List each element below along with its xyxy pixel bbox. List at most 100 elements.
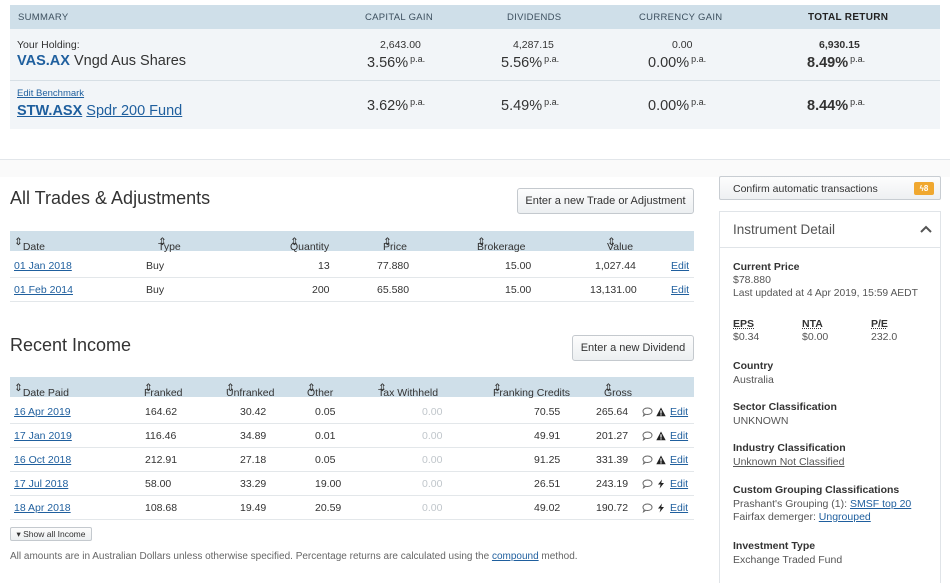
income-date-link[interactable]: 17 Jul 2018 — [14, 478, 68, 490]
industry-link[interactable]: Unknown Not Classified — [733, 456, 844, 468]
income-col-franked[interactable]: Franked ⇕ — [144, 382, 153, 394]
trade-edit-link[interactable]: Edit — [671, 284, 689, 296]
eps-label: EPS — [733, 318, 754, 330]
trade-type: Buy — [146, 260, 164, 272]
trade-type: Buy — [146, 284, 164, 296]
income-date-link[interactable]: 17 Jan 2019 — [14, 430, 72, 442]
income-tax-withheld: 0.00 — [422, 430, 442, 442]
instrument-detail-title: Instrument Detail — [733, 222, 835, 237]
country-value: Australia — [733, 374, 774, 386]
current-price-label: Current Price — [733, 261, 800, 273]
trades-col-price[interactable]: Price ⇕ — [383, 236, 392, 248]
custom-grouping-2: Fairfax demerger: Ungrouped — [733, 511, 871, 523]
holding-ticker: VAS.AX — [17, 53, 70, 69]
trade-quantity: 200 — [312, 284, 330, 296]
show-all-income-button[interactable]: ▾ Show all Income — [10, 527, 92, 541]
industry-label: Industry Classification — [733, 442, 846, 454]
trades-table-header: ⇕ Date Type ⇕ Quantity ⇕ Price ⇕ Brokera… — [10, 231, 694, 251]
table-row: 16 Apr 2019 164.62 30.42 0.05 0.00 70.55 265.6… — [10, 400, 694, 424]
benchmark-name[interactable]: Spdr 200 Fund — [86, 103, 182, 119]
trades-col-date[interactable]: ⇕ Date — [14, 236, 23, 248]
comment-icon[interactable] — [642, 431, 653, 441]
investment-type-label: Investment Type — [733, 540, 815, 552]
holding-dividends-amount: 4,287.15 — [513, 39, 554, 51]
income-franked: 164.62 — [145, 406, 177, 418]
income-col-other[interactable]: Other ⇕ — [307, 382, 316, 394]
income-edit-link[interactable]: Edit — [670, 478, 688, 490]
comment-icon[interactable] — [642, 503, 653, 513]
trades-title: All Trades & Adjustments — [10, 188, 210, 209]
trades-col-quantity[interactable]: Quantity ⇕ — [290, 236, 299, 248]
income-gross: 243.19 — [596, 478, 628, 490]
nta-label: NTA — [802, 318, 823, 330]
holding-name: Vngd Aus Shares — [74, 53, 186, 69]
trade-edit-link[interactable]: Edit — [671, 260, 689, 272]
currency-gain-header: CURRENCY GAIN — [639, 12, 722, 23]
table-row: 17 Jul 2018 58.00 33.29 19.00 0.00 26.51 243.1… — [10, 472, 694, 496]
income-gross: 265.64 — [596, 406, 628, 418]
sector-label: Sector Classification — [733, 401, 837, 413]
holding-label: Your Holding: — [17, 39, 80, 51]
income-table-header: ⇕ Date Paid Franked ⇕ Unfranked ⇕ Other … — [10, 377, 694, 397]
holding-capital-gain-amount: 2,643.00 — [380, 39, 421, 51]
edit-benchmark-link[interactable]: Edit Benchmark — [17, 88, 84, 99]
compound-link[interactable]: compound — [492, 551, 539, 562]
income-franking-credits: 26.51 — [534, 478, 560, 490]
summary-header-label: SUMMARY — [18, 12, 69, 23]
instrument-detail-panel: Instrument Detail Current Price $78.880 … — [719, 211, 941, 583]
income-franking-credits: 91.25 — [534, 454, 560, 466]
trades-col-value[interactable]: Value ⇕ — [607, 236, 616, 248]
income-title: Recent Income — [10, 335, 131, 356]
table-row: 01 Feb 2014 Buy 200 65.580 15.00 13,131.… — [10, 278, 694, 302]
income-tax-withheld: 0.00 — [422, 406, 442, 418]
trade-brokerage: 15.00 — [505, 284, 531, 296]
trade-value: 13,131.00 — [590, 284, 637, 296]
table-row: 16 Oct 2018 212.91 27.18 0.05 0.00 91.25 331.3… — [10, 448, 694, 472]
comment-icon[interactable] — [642, 479, 653, 489]
chevron-up-icon[interactable] — [920, 225, 932, 234]
trades-col-type[interactable]: Type ⇕ — [158, 236, 167, 248]
income-edit-link[interactable]: Edit — [670, 430, 688, 442]
smsf-top-20-link[interactable]: SMSF top 20 — [850, 498, 911, 510]
benchmark-ticker[interactable]: STW.ASX — [17, 103, 82, 119]
holding-dividends-pct: 5.56% p.a. — [501, 54, 559, 71]
new-trade-button[interactable]: Enter a new Trade or Adjustment — [517, 188, 694, 214]
warning-icon — [656, 455, 666, 465]
custom-grouping-1: Prashant's Grouping (1): SMSF top 20 — [733, 498, 911, 510]
confirm-transactions-button[interactable]: Confirm automatic transactions ϟ8 — [719, 176, 941, 200]
trade-date-link[interactable]: 01 Feb 2014 — [14, 284, 73, 296]
comment-icon[interactable] — [642, 455, 653, 465]
summary-divider — [10, 80, 940, 81]
income-col-unfranked[interactable]: Unfranked ⇕ — [226, 382, 235, 394]
income-edit-link[interactable]: Edit — [670, 454, 688, 466]
benchmark-instrument[interactable]: STW.ASX Spdr 200 Fund — [17, 103, 182, 119]
holding-instrument: VAS.AX Vngd Aus Shares — [17, 53, 186, 69]
income-tax-withheld: 0.00 — [422, 502, 442, 514]
income-col-tax-withheld[interactable]: Tax Withheld ⇕ — [378, 382, 387, 394]
pe-label: P/E — [871, 318, 888, 330]
income-date-link[interactable]: 18 Apr 2018 — [14, 502, 71, 514]
income-franked: 108.68 — [145, 502, 177, 514]
new-dividend-button[interactable]: Enter a new Dividend — [572, 335, 694, 361]
income-franked: 58.00 — [145, 478, 171, 490]
income-gross: 331.39 — [596, 454, 628, 466]
income-edit-link[interactable]: Edit — [670, 406, 688, 418]
income-date-link[interactable]: 16 Apr 2019 — [14, 406, 71, 418]
income-gross: 201.27 — [596, 430, 628, 442]
income-col-date-paid[interactable]: ⇕ Date Paid — [14, 382, 23, 394]
income-col-franking-credits[interactable]: Franking Credits ⇕ — [493, 382, 502, 394]
benchmark-total-pct: 8.44% p.a. — [807, 97, 865, 114]
trade-date-link[interactable]: 01 Jan 2018 — [14, 260, 72, 272]
instrument-detail-header[interactable]: Instrument Detail — [720, 212, 940, 248]
holding-capital-gain-pct: 3.56% p.a. — [367, 54, 425, 71]
ungrouped-link[interactable]: Ungrouped — [819, 511, 871, 523]
income-gross: 190.72 — [596, 502, 628, 514]
comment-icon[interactable] — [642, 407, 653, 417]
income-other: 0.01 — [315, 430, 335, 442]
income-edit-link[interactable]: Edit — [670, 502, 688, 514]
income-col-gross[interactable]: Gross ⇕ — [604, 382, 613, 394]
income-date-link[interactable]: 16 Oct 2018 — [14, 454, 71, 466]
trade-value: 1,027.44 — [595, 260, 636, 272]
income-unfranked: 30.42 — [240, 406, 266, 418]
trades-col-brokerage[interactable]: Brokerage ⇕ — [477, 236, 486, 248]
